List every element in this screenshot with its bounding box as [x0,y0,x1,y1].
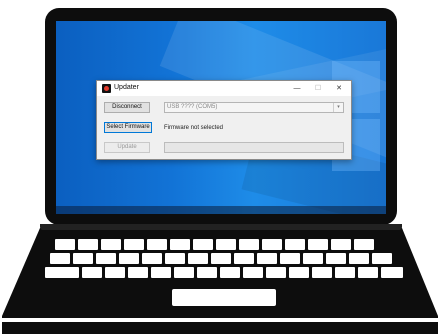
maximize-icon[interactable]: ☐ [311,83,325,94]
port-select-value: USB ???? (COM5) [167,104,218,110]
updater-window: Updater — ☐ ✕ Disconnect USB ???? (COM5)… [96,80,352,160]
firmware-status-text: Firmware not selected [164,125,224,131]
base-edge-highlight [2,318,438,322]
window-titlebar[interactable]: Updater — ☐ ✕ [97,81,351,96]
keyboard-row-2 [50,253,392,264]
port-select[interactable]: USB ???? (COM5) ▾ [164,102,344,113]
minimize-icon[interactable]: — [290,83,304,94]
update-button[interactable]: Update [104,142,150,153]
trackpad [172,289,276,306]
chevron-down-icon[interactable]: ▾ [333,103,343,112]
select-firmware-button[interactable]: Select Firmware [104,122,152,133]
updater-app-icon [102,84,111,93]
taskbar[interactable] [56,206,386,214]
hinge [40,224,402,230]
update-progress-bar [164,142,344,153]
close-icon[interactable]: ✕ [332,83,346,94]
keyboard-row-3 [45,267,403,278]
disconnect-button[interactable]: Disconnect [104,102,150,113]
keyboard-row-1 [55,239,374,250]
window-title: Updater [114,84,139,91]
